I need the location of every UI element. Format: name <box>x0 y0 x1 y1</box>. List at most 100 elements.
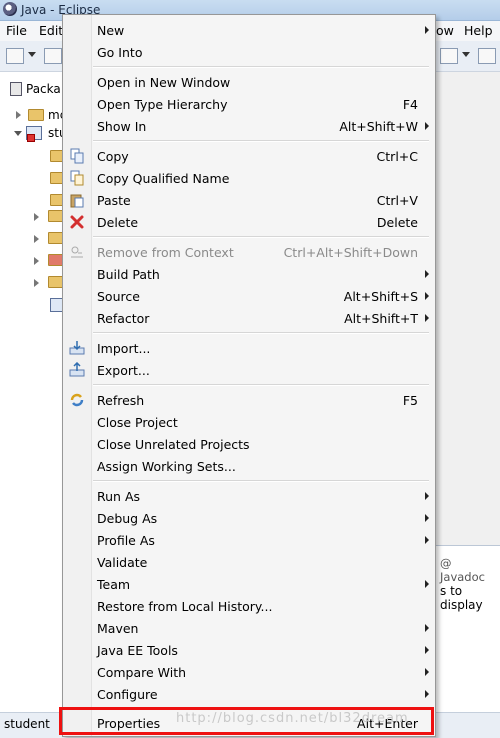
submenu-arrow-icon <box>425 122 429 130</box>
menu-item-configure[interactable]: Configure <box>63 683 435 705</box>
expand-arrow-icon[interactable] <box>34 279 39 287</box>
menu-item-label: Build Path <box>97 267 160 282</box>
menu-item-label: Team <box>97 577 131 592</box>
menu-item-label: Refactor <box>97 311 150 326</box>
tree-row[interactable]: stu <box>0 124 70 142</box>
tree-row[interactable]: mc <box>0 106 70 124</box>
submenu-arrow-icon <box>425 536 429 544</box>
expand-arrow-icon[interactable] <box>34 235 39 243</box>
menu-item-shortcut: Delete <box>376 215 418 230</box>
menu-separator <box>93 140 429 142</box>
menu-item-label: Configure <box>97 687 158 702</box>
submenu-arrow-icon <box>425 270 429 278</box>
menu-item-label: Remove from Context <box>97 245 234 260</box>
menu-item-java-ee-tools[interactable]: Java EE Tools <box>63 639 435 661</box>
submenu-arrow-icon <box>425 624 429 632</box>
menu-item-label: Close Project <box>97 415 178 430</box>
expand-arrow-icon[interactable] <box>34 257 39 265</box>
menu-item-profile-as[interactable]: Profile As <box>63 529 435 551</box>
project-folder-icon <box>28 109 44 121</box>
toolbar-dropdown-arrow-icon[interactable] <box>462 52 470 57</box>
menu-item-label: Profile As <box>97 533 155 548</box>
menu-item-label: Validate <box>97 555 148 570</box>
menu-item-shortcut: Alt+Shift+T <box>344 311 418 326</box>
menu-item-team[interactable]: Team <box>63 573 435 595</box>
menu-item-build-path[interactable]: Build Path <box>63 263 435 285</box>
menu-item-debug-as[interactable]: Debug As <box>63 507 435 529</box>
menu-item-close-unrelated-projects[interactable]: Close Unrelated Projects <box>63 433 435 455</box>
submenu-arrow-icon <box>425 292 429 300</box>
menu-help[interactable]: Help <box>464 23 493 38</box>
menu-item-copy[interactable]: Copy Ctrl+C <box>63 145 435 167</box>
menu-item-paste[interactable]: Paste Ctrl+V <box>63 189 435 211</box>
menu-item-delete[interactable]: Delete Delete <box>63 211 435 233</box>
menu-item-label: Close Unrelated Projects <box>97 437 250 452</box>
menu-item-open-new-window[interactable]: Open in New Window <box>63 71 435 93</box>
javadoc-tab[interactable]: @ Javadoc <box>440 556 500 584</box>
menu-item-label: Paste <box>97 193 131 208</box>
menu-item-shortcut: Ctrl+Alt+Shift+Down <box>283 245 418 260</box>
menu-item-label: Run As <box>97 489 141 504</box>
menu-item-export[interactable]: Export... <box>63 359 435 381</box>
menu-separator <box>93 332 429 334</box>
submenu-arrow-icon <box>425 514 429 522</box>
menu-item-label: Delete <box>97 215 139 230</box>
submenu-arrow-icon <box>425 690 429 698</box>
paste-icon <box>70 194 84 208</box>
menu-edit[interactable]: Edit <box>39 23 63 38</box>
menu-item-run-as[interactable]: Run As <box>63 485 435 507</box>
menu-item-refactor[interactable]: Refactor Alt+Shift+T <box>63 307 435 329</box>
submenu-arrow-icon <box>425 492 429 500</box>
menu-item-label: Export... <box>97 363 150 378</box>
menu-item-open-type-hierarchy[interactable]: Open Type Hierarchy F4 <box>63 93 435 115</box>
menu-item-new[interactable]: New <box>63 19 435 41</box>
menu-item-compare-with[interactable]: Compare With <box>63 661 435 683</box>
menu-item-copy-qualified-name[interactable]: Copy Qualified Name <box>63 167 435 189</box>
submenu-arrow-icon <box>425 668 429 676</box>
menu-separator <box>93 236 429 238</box>
menu-item-label: Java EE Tools <box>97 643 178 658</box>
menu-item-validate[interactable]: Validate <box>63 551 435 573</box>
menu-separator <box>93 384 429 386</box>
menu-item-label: Maven <box>97 621 139 636</box>
menu-item-label: Assign Working Sets... <box>97 459 236 474</box>
menu-item-shortcut: F5 <box>402 393 418 408</box>
menu-item-shortcut: Alt+Shift+W <box>339 119 418 134</box>
menu-separator <box>93 66 429 68</box>
status-text: student <box>4 717 50 731</box>
menu-item-label: Go Into <box>97 45 143 60</box>
menu-separator <box>93 480 429 482</box>
menu-window[interactable]: ow <box>436 23 454 38</box>
menu-item-refresh[interactable]: Refresh F5 <box>63 389 435 411</box>
menu-item-label: Source <box>97 289 140 304</box>
menu-item-close-project[interactable]: Close Project <box>63 411 435 433</box>
menu-item-label: Copy Qualified Name <box>97 171 230 186</box>
new-dropdown-arrow-icon[interactable] <box>28 52 36 57</box>
menu-item-label: Import... <box>97 341 151 356</box>
menu-item-label: Open Type Hierarchy <box>97 97 228 112</box>
expand-arrow-icon[interactable] <box>16 111 21 119</box>
context-menu: New Go Into Open in New Window Open Type… <box>62 14 436 737</box>
remove-context-icon <box>71 246 83 258</box>
menu-item-import[interactable]: Import... <box>63 337 435 359</box>
new-wizard-icon[interactable] <box>6 48 24 64</box>
menu-item-shortcut: Ctrl+V <box>376 193 418 208</box>
submenu-arrow-icon <box>425 580 429 588</box>
properties-highlight-box <box>59 707 434 735</box>
expand-arrow-icon[interactable] <box>34 213 39 221</box>
menu-item-assign-working-sets[interactable]: Assign Working Sets... <box>63 455 435 477</box>
package-explorer-view: Packa mc stu <box>0 72 71 712</box>
toolbar-action-2-icon[interactable] <box>478 48 496 64</box>
menu-item-restore-local-history[interactable]: Restore from Local History... <box>63 595 435 617</box>
menu-item-go-into[interactable]: Go Into <box>63 41 435 63</box>
menu-item-label: Restore from Local History... <box>97 599 273 614</box>
toolbar-action-icon[interactable] <box>440 48 458 64</box>
menu-file[interactable]: File <box>6 23 27 38</box>
menu-item-source[interactable]: Source Alt+Shift+S <box>63 285 435 307</box>
menu-item-maven[interactable]: Maven <box>63 617 435 639</box>
copy-icon <box>70 148 84 164</box>
save-icon[interactable] <box>44 48 62 64</box>
collapse-arrow-icon[interactable] <box>14 131 22 136</box>
javadoc-tab-label: Javadoc <box>440 570 485 584</box>
menu-item-show-in[interactable]: Show In Alt+Shift+W <box>63 115 435 137</box>
